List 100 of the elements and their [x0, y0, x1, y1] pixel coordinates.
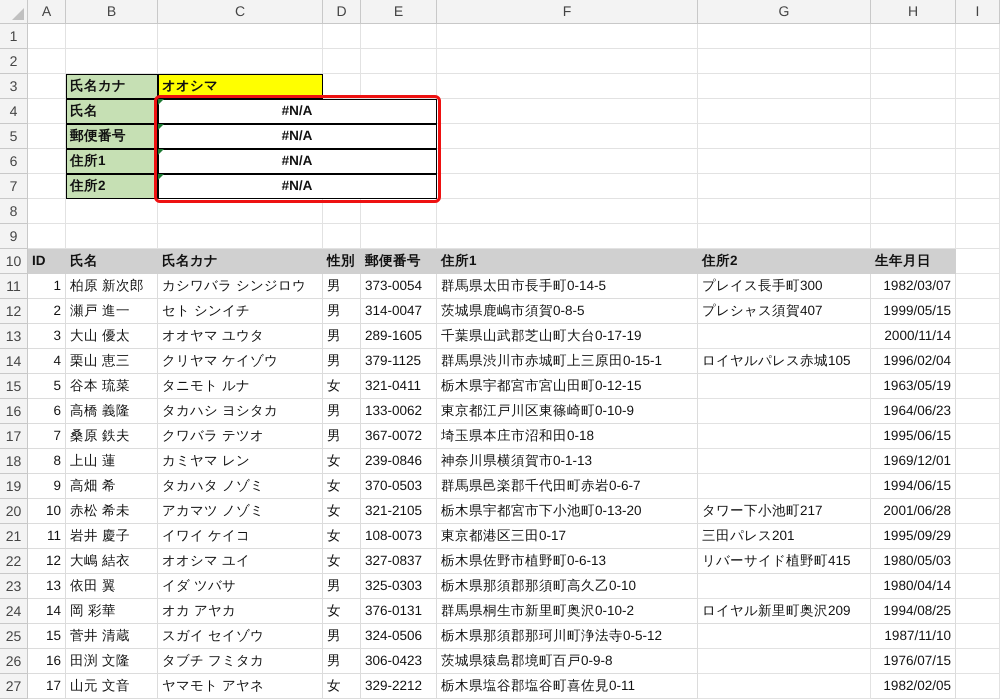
empty-cell[interactable] [871, 74, 956, 99]
empty-cell[interactable] [956, 549, 1000, 574]
empty-cell[interactable] [698, 674, 871, 699]
empty-cell[interactable] [871, 149, 956, 174]
empty-cell[interactable] [698, 74, 871, 99]
empty-cell[interactable] [956, 324, 1000, 349]
column-header[interactable]: B [66, 0, 158, 24]
empty-cell[interactable] [361, 49, 437, 74]
empty-cell[interactable] [323, 24, 361, 49]
row-header[interactable]: 16 [0, 399, 28, 424]
row-header[interactable]: 27 [0, 674, 28, 699]
row-header[interactable]: 14 [0, 349, 28, 374]
empty-cell[interactable] [437, 49, 698, 74]
row-header[interactable]: 26 [0, 649, 28, 674]
empty-cell[interactable] [871, 49, 956, 74]
empty-cell[interactable] [956, 374, 1000, 399]
row-header[interactable]: 4 [0, 99, 28, 124]
empty-cell[interactable] [956, 599, 1000, 624]
empty-cell[interactable] [698, 574, 871, 599]
column-header[interactable]: I [956, 0, 1000, 24]
empty-cell[interactable] [158, 24, 323, 49]
column-header[interactable]: E [361, 0, 437, 24]
empty-cell[interactable] [956, 24, 1000, 49]
empty-cell[interactable] [698, 374, 871, 399]
empty-cell[interactable] [956, 199, 1000, 224]
column-header[interactable]: H [871, 0, 956, 24]
empty-cell[interactable] [698, 124, 871, 149]
empty-cell[interactable] [698, 649, 871, 674]
empty-cell[interactable] [698, 324, 871, 349]
empty-cell[interactable] [698, 399, 871, 424]
empty-cell[interactable] [871, 199, 956, 224]
row-header[interactable]: 20 [0, 499, 28, 524]
row-header[interactable]: 12 [0, 299, 28, 324]
empty-cell[interactable] [698, 424, 871, 449]
row-header[interactable]: 25 [0, 624, 28, 649]
empty-cell[interactable] [361, 199, 437, 224]
row-header[interactable]: 22 [0, 549, 28, 574]
row-header[interactable]: 10 [0, 249, 28, 274]
empty-cell[interactable] [956, 124, 1000, 149]
row-header[interactable]: 1 [0, 24, 28, 49]
empty-cell[interactable] [323, 49, 361, 74]
empty-cell[interactable] [956, 349, 1000, 374]
row-header[interactable]: 18 [0, 449, 28, 474]
row-header[interactable]: 2 [0, 49, 28, 74]
empty-cell[interactable] [871, 124, 956, 149]
row-header[interactable]: 24 [0, 599, 28, 624]
empty-cell[interactable] [698, 49, 871, 74]
empty-cell[interactable] [956, 399, 1000, 424]
empty-cell[interactable] [698, 624, 871, 649]
row-header[interactable]: 15 [0, 374, 28, 399]
row-header[interactable]: 9 [0, 224, 28, 249]
empty-cell[interactable] [956, 99, 1000, 124]
row-header[interactable]: 11 [0, 274, 28, 299]
empty-cell[interactable] [361, 24, 437, 49]
row-header[interactable]: 6 [0, 149, 28, 174]
empty-cell[interactable] [66, 24, 158, 49]
empty-cell[interactable] [956, 149, 1000, 174]
empty-cell[interactable] [956, 524, 1000, 549]
empty-cell[interactable] [956, 224, 1000, 249]
empty-cell[interactable] [323, 199, 361, 224]
row-header[interactable]: 23 [0, 574, 28, 599]
empty-cell[interactable] [956, 424, 1000, 449]
empty-cell[interactable] [698, 149, 871, 174]
empty-cell[interactable] [698, 199, 871, 224]
row-header[interactable]: 19 [0, 474, 28, 499]
empty-cell[interactable] [698, 174, 871, 199]
row-header[interactable]: 5 [0, 124, 28, 149]
empty-cell[interactable] [956, 49, 1000, 74]
empty-cell[interactable] [956, 274, 1000, 299]
empty-cell[interactable] [956, 74, 1000, 99]
column-header[interactable]: F [437, 0, 698, 24]
row-header[interactable]: 13 [0, 324, 28, 349]
row-header[interactable]: 17 [0, 424, 28, 449]
empty-cell[interactable] [956, 674, 1000, 699]
empty-cell[interactable] [956, 174, 1000, 199]
empty-cell[interactable] [158, 199, 323, 224]
empty-cell[interactable] [956, 624, 1000, 649]
column-header[interactable]: C [158, 0, 323, 24]
row-header[interactable]: 21 [0, 524, 28, 549]
row-header[interactable]: 3 [0, 74, 28, 99]
empty-cell[interactable] [956, 649, 1000, 674]
row-header[interactable]: 8 [0, 199, 28, 224]
empty-cell[interactable] [956, 299, 1000, 324]
empty-cell[interactable] [956, 449, 1000, 474]
row-header[interactable]: 7 [0, 174, 28, 199]
empty-cell[interactable] [437, 199, 698, 224]
empty-cell[interactable] [437, 24, 698, 49]
empty-cell[interactable] [698, 99, 871, 124]
empty-cell[interactable] [698, 449, 871, 474]
empty-cell[interactable] [871, 24, 956, 49]
select-all-button[interactable] [12, 8, 24, 20]
empty-cell[interactable] [698, 24, 871, 49]
empty-cell[interactable] [871, 99, 956, 124]
empty-cell[interactable] [698, 474, 871, 499]
empty-cell[interactable] [956, 499, 1000, 524]
column-header[interactable]: A [28, 0, 66, 24]
column-header[interactable]: D [323, 0, 361, 24]
empty-cell[interactable] [956, 574, 1000, 599]
empty-cell[interactable] [956, 474, 1000, 499]
empty-cell[interactable] [871, 174, 956, 199]
